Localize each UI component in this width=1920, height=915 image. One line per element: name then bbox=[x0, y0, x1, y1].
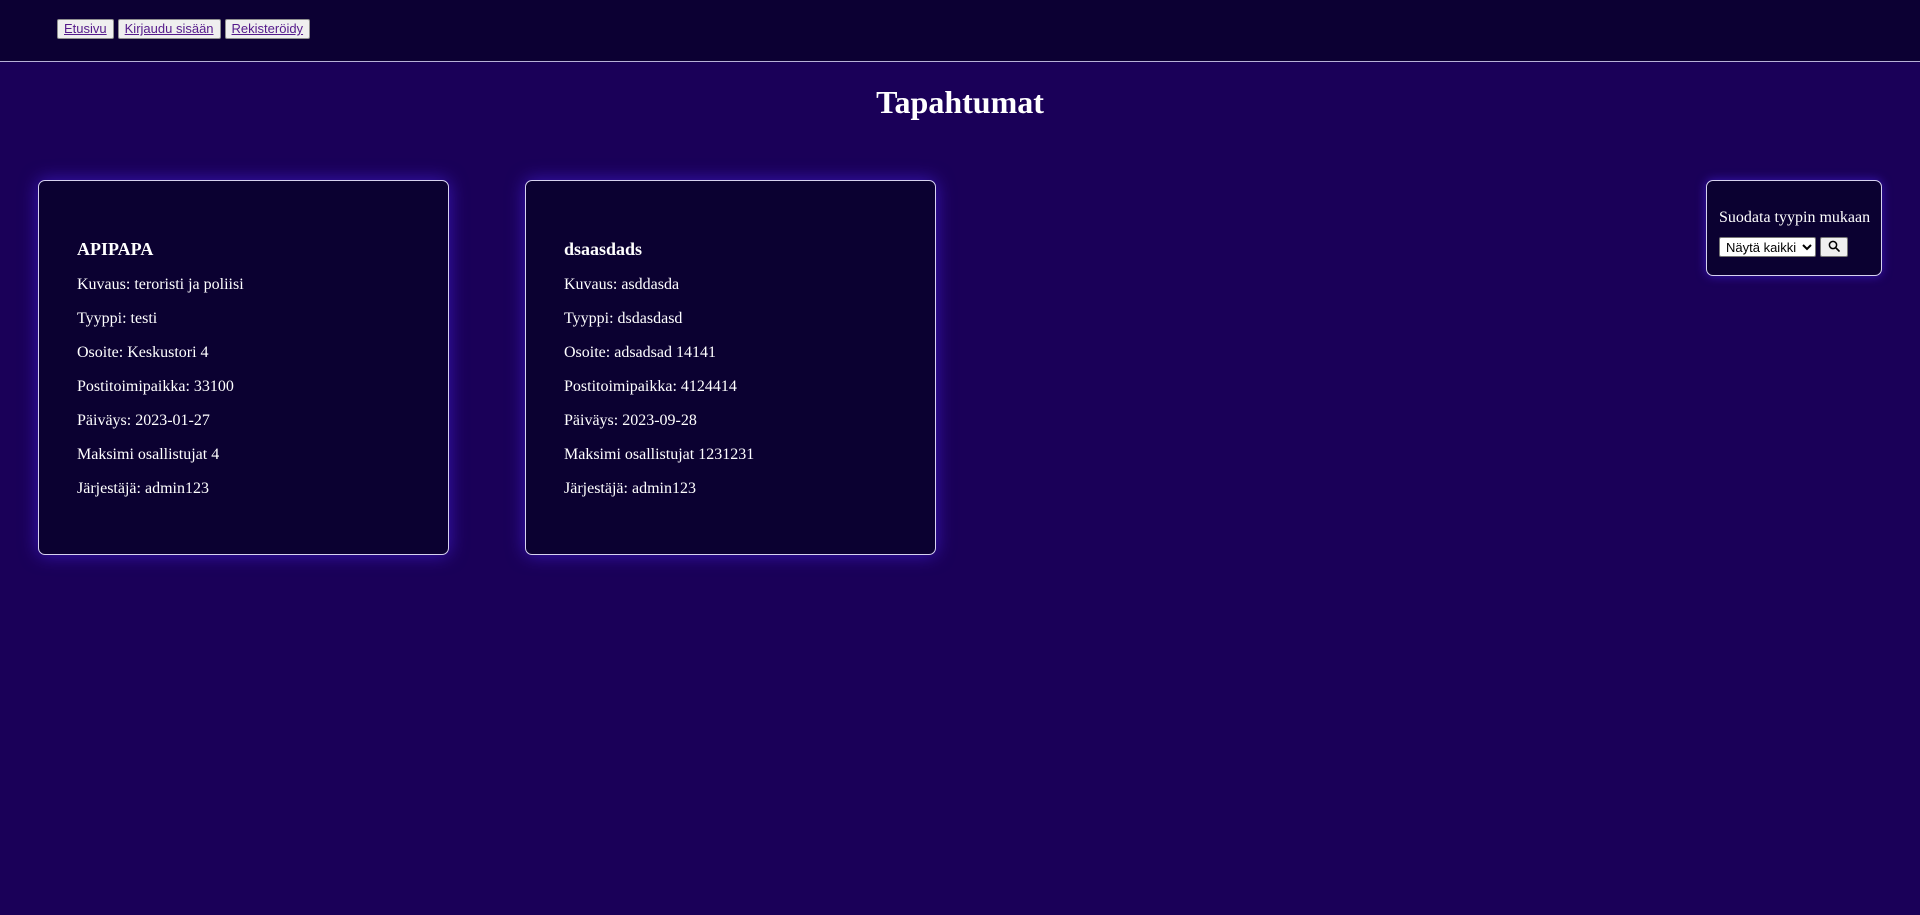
event-max-participants: Maksimi osallistujat 4 bbox=[77, 446, 220, 463]
nav-login-button[interactable]: Kirjaudu sisään bbox=[117, 19, 221, 39]
event-date: Päiväys: 2023-09-28 bbox=[564, 412, 697, 429]
event-name: dsaasdads bbox=[564, 239, 643, 259]
event-address: Osoite: adsadsad 14141 bbox=[564, 344, 716, 361]
filter-search-button[interactable] bbox=[1820, 237, 1848, 257]
event-type: Tyyppi: testi bbox=[77, 310, 158, 327]
event-max-participants: Maksimi osallistujat 1231231 bbox=[564, 446, 755, 463]
event-description: Kuvaus: asddasda bbox=[564, 276, 680, 293]
event-description: Kuvaus: teroristi ja poliisi bbox=[77, 276, 244, 293]
event-name: APIPAPA bbox=[77, 239, 154, 259]
main-nav: Etusivu Kirjaudu sisään Rekisteröidy bbox=[57, 19, 311, 39]
event-organizer: Järjestäjä: admin123 bbox=[77, 480, 209, 497]
filter-controls: Näytä kaikki bbox=[1719, 237, 1881, 257]
event-postal: Postitoimipaikka: 4124414 bbox=[564, 378, 737, 395]
page-title: Tapahtumat bbox=[876, 84, 1044, 120]
event-postal: Postitoimipaikka: 33100 bbox=[77, 378, 234, 395]
type-filter-panel: Suodata tyypin mukaan Näytä kaikki bbox=[1706, 180, 1882, 276]
event-card: dsaasdads Kuvaus: asddasda Tyyppi: dsdas… bbox=[525, 180, 936, 555]
event-type: Tyyppi: dsdasdasd bbox=[564, 310, 683, 327]
event-card: APIPAPA Kuvaus: teroristi ja poliisi Tyy… bbox=[38, 180, 449, 555]
event-organizer: Järjestäjä: admin123 bbox=[564, 480, 696, 497]
filter-label: Suodata tyypin mukaan bbox=[1719, 209, 1871, 226]
search-icon bbox=[1828, 240, 1840, 255]
nav-home-button[interactable]: Etusivu bbox=[57, 19, 114, 39]
event-date: Päiväys: 2023-01-27 bbox=[77, 412, 210, 429]
top-bar: Etusivu Kirjaudu sisään Rekisteröidy bbox=[0, 0, 1920, 62]
type-filter-select[interactable]: Näytä kaikki bbox=[1719, 237, 1816, 257]
nav-register-button[interactable]: Rekisteröidy bbox=[224, 19, 311, 39]
event-address: Osoite: Keskustori 4 bbox=[77, 344, 209, 361]
